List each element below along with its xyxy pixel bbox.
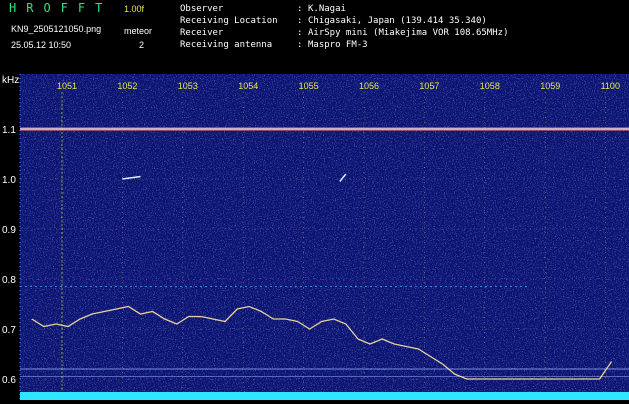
timestamp-label: 25.05.12 10:50 — [11, 40, 72, 50]
location-sep: : — [297, 16, 303, 26]
observer-label: Observer — [180, 4, 224, 14]
x-tick-label: 1054 — [238, 81, 258, 91]
x-tick-label: 1100 — [601, 81, 620, 91]
location-value: Chigasaki, Japan (139.414 35.340) — [308, 16, 487, 26]
spectrogram-noise — [20, 74, 629, 400]
mode-label: meteor — [124, 26, 153, 36]
x-tick-label: 1057 — [419, 81, 439, 91]
noise-band — [20, 392, 629, 400]
y-tick-label: 0.7 — [2, 325, 16, 336]
y-tick-label: 0.9 — [2, 225, 16, 236]
x-tick-label: 1058 — [480, 81, 500, 91]
filename-label: KN9_2505121050.png — [11, 24, 102, 34]
y-tick-label: 1.1 — [2, 125, 16, 136]
spectrogram-svg: kHz 1051 1052 1053 1054 1055 1056 1057 1058 1059 1… — [2, 74, 629, 400]
y-tick-label: 1.0 — [2, 175, 16, 186]
count-label: 2 — [139, 40, 145, 50]
receiver-value: AirSpy mini (Miakejima VOR 108.65MHz) — [308, 28, 509, 38]
antenna-value: Maspro FM-3 — [308, 40, 368, 50]
y-unit-label: kHz — [2, 75, 19, 86]
antenna-sep: : — [297, 40, 303, 50]
x-tick-label: 1056 — [359, 81, 379, 91]
receiver-label: Receiver — [180, 28, 224, 38]
observer-value: K.Nagai — [308, 4, 346, 14]
receiver-sep: : — [297, 28, 303, 38]
y-tick-label: 0.8 — [2, 275, 16, 286]
observer-sep: : — [297, 4, 303, 14]
location-label: Receiving Location — [180, 16, 278, 26]
y-tick-label: 0.6 — [2, 375, 16, 386]
x-tick-label: 1051 — [57, 81, 77, 91]
x-tick-label: 1052 — [117, 81, 137, 91]
header-panel: HROFFT 1.00f KN9_2505121050.png meteor 2… — [0, 0, 629, 74]
version-label: 1.00f — [124, 4, 145, 14]
x-tick-label: 1059 — [540, 81, 560, 91]
antenna-label: Receiving antenna — [180, 40, 273, 50]
app-title: HROFFT — [9, 1, 113, 15]
x-tick-label: 1055 — [299, 81, 319, 91]
spectrogram-plot: kHz 1051 1052 1053 1054 1055 1056 1057 1058 1059 1… — [0, 74, 629, 400]
x-tick-label: 1053 — [178, 81, 198, 91]
